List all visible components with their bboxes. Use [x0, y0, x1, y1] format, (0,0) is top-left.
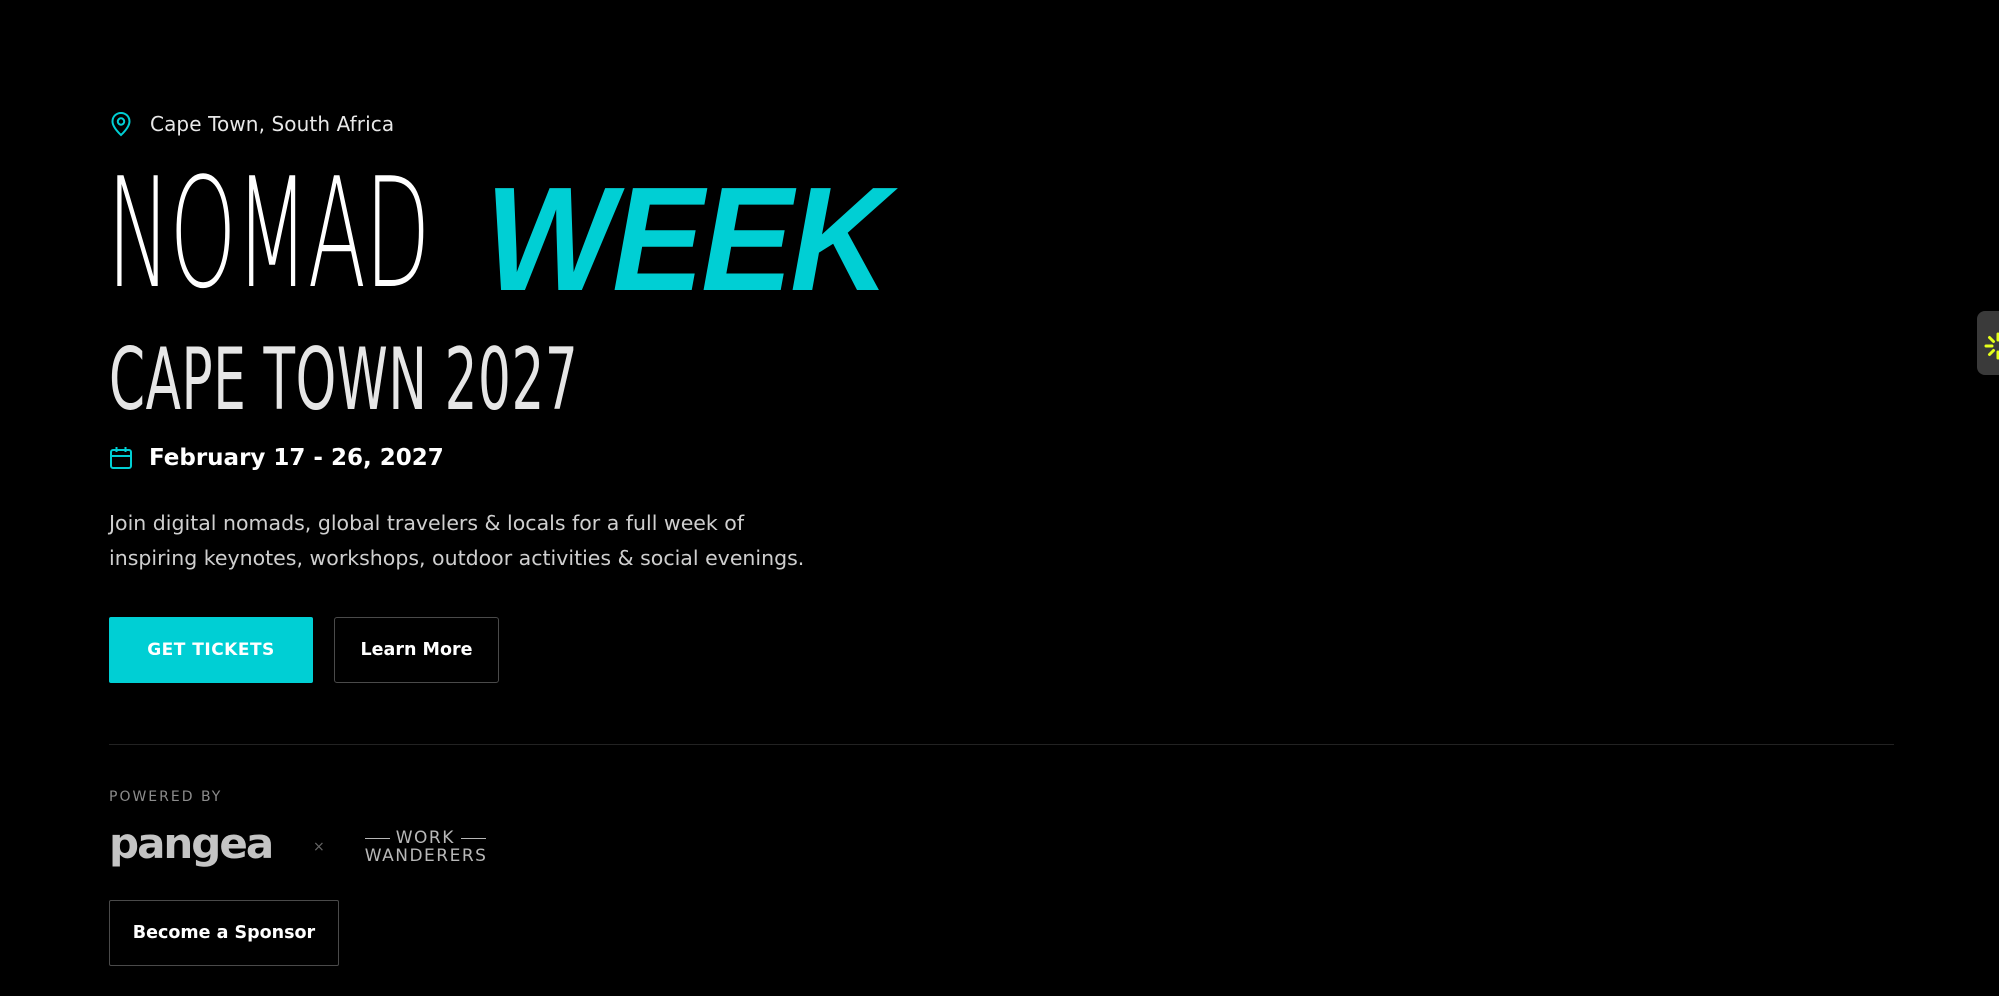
partner-logos: pangea × WORK WANDERERS: [109, 822, 487, 872]
title-nomad: NOMAD: [107, 145, 430, 322]
work-wanderers-line-1: WORK: [395, 828, 455, 848]
logo-dash-left: [364, 837, 390, 839]
separator-times: ×: [313, 839, 325, 855]
event-date: February 17 - 26, 2027: [149, 445, 444, 471]
calendar-icon: [109, 445, 133, 471]
location-row: Cape Town, South Africa: [109, 110, 394, 138]
cta-buttons: GET TICKETS Learn More: [109, 617, 499, 683]
side-widget-tab[interactable]: [1977, 311, 1999, 375]
map-pin-icon: [109, 111, 133, 137]
pangea-logo: pangea: [109, 822, 273, 872]
powered-by-label: POWERED BY: [109, 789, 223, 805]
get-tickets-button[interactable]: GET TICKETS: [109, 617, 313, 683]
learn-more-button[interactable]: Learn More: [334, 617, 499, 683]
date-row: February 17 - 26, 2027: [109, 443, 444, 473]
become-sponsor-button[interactable]: Become a Sponsor: [109, 900, 339, 966]
description-line-1: Join digital nomads, global travelers & …: [109, 511, 745, 535]
page: Cape Town, South Africa NOMAD WEEK CAPE …: [0, 0, 1999, 996]
sparkle-icon: [1984, 332, 1999, 360]
work-wanderers-line-2: WANDERERS: [364, 846, 488, 866]
description-line-2: inspiring keynotes, workshops, outdoor a…: [109, 546, 805, 570]
event-subtitle: CAPE TOWN 2027: [109, 330, 579, 430]
event-description: Join digital nomads, global travelers & …: [109, 506, 829, 576]
divider: [109, 744, 1894, 745]
work-wanderers-logo: WORK WANDERERS: [364, 828, 488, 866]
location-text: Cape Town, South Africa: [150, 112, 395, 136]
logo-dash-right: [460, 837, 486, 839]
pangea-logo-text: pangea: [109, 822, 272, 868]
title-week: WEEK: [485, 157, 890, 322]
